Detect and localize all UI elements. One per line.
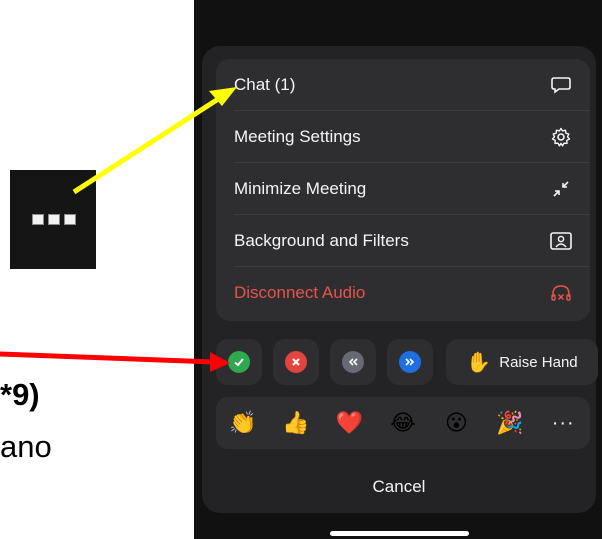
menu-item-disconnect-audio[interactable]: Disconnect Audio: [216, 267, 590, 319]
phone-screen: Chat (1) Meeting Settings Minimize Meeti…: [194, 0, 602, 539]
thumbs-up-icon[interactable]: 👍: [279, 410, 313, 436]
heart-icon[interactable]: ❤️: [333, 410, 367, 436]
cancel-button[interactable]: Cancel: [202, 467, 596, 507]
open-mouth-icon[interactable]: 😮: [439, 410, 473, 436]
background-portrait-icon: [550, 230, 572, 252]
menu-card: Chat (1) Meeting Settings Minimize Meeti…: [216, 59, 590, 321]
raised-hand-icon: ✋: [466, 351, 492, 374]
chat-bubble-icon: [550, 74, 572, 96]
menu-item-label: Chat (1): [234, 75, 296, 94]
menu-item-label: Disconnect Audio: [234, 283, 366, 302]
minimize-icon: [550, 178, 572, 200]
menu-item-label: Meeting Settings: [234, 127, 361, 146]
raise-hand-label: Raise Hand: [499, 353, 578, 371]
slower-button[interactable]: [330, 339, 376, 385]
rewind-icon: [342, 351, 364, 373]
home-indicator: [330, 531, 469, 536]
partial-annotation-bold: *9): [0, 377, 40, 412]
headphones-disconnect-icon: [550, 282, 572, 304]
close-icon: [285, 351, 307, 373]
more-reactions-button[interactable]: ···: [546, 412, 580, 435]
menu-item-chat[interactable]: Chat (1): [216, 59, 590, 111]
partial-annotation-text: ano: [0, 429, 52, 464]
nonverbal-feedback-row: ✋ Raise Hand: [216, 339, 598, 385]
menu-item-meeting-settings[interactable]: Meeting Settings: [216, 111, 590, 163]
tears-of-joy-icon[interactable]: 😂: [386, 410, 420, 436]
raise-hand-button[interactable]: ✋ Raise Hand: [446, 339, 598, 385]
faster-button[interactable]: [387, 339, 433, 385]
more-button-thumbnail: [10, 170, 96, 269]
gear-icon: [550, 126, 572, 148]
clapping-hands-icon[interactable]: 👏: [226, 410, 260, 436]
menu-item-label: Minimize Meeting: [234, 179, 367, 198]
fast-forward-icon: [399, 351, 421, 373]
menu-item-background-filters[interactable]: Background and Filters: [216, 215, 590, 267]
more-options-sheet: Chat (1) Meeting Settings Minimize Meeti…: [202, 46, 598, 513]
menu-item-label: Background and Filters: [234, 231, 409, 250]
menu-item-minimize-meeting[interactable]: Minimize Meeting: [216, 163, 590, 215]
no-button[interactable]: [273, 339, 319, 385]
check-icon: [228, 351, 250, 373]
party-popper-icon[interactable]: 🎉: [493, 410, 527, 436]
yes-button[interactable]: [216, 339, 262, 385]
emoji-reactions-row: 👏 👍 ❤️ 😂 😮 🎉 ···: [216, 397, 590, 449]
more-dots-icon: [32, 213, 76, 225]
